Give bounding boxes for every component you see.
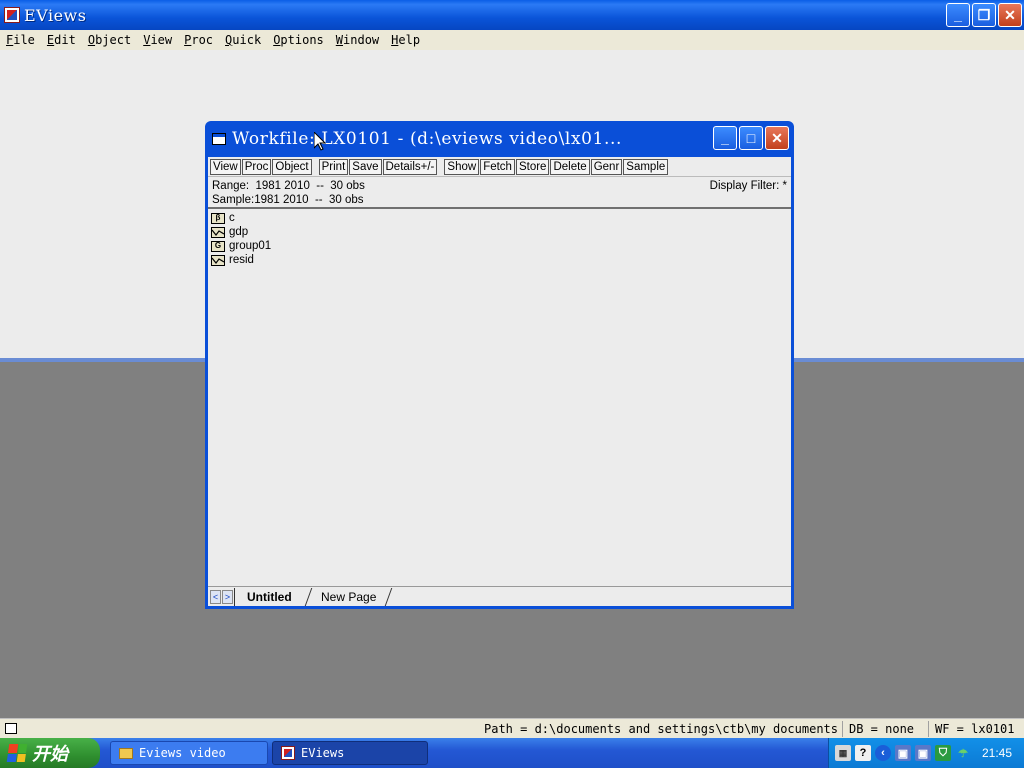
print-button[interactable]: Print <box>318 158 349 175</box>
workfile-toolbar: View Proc Object Print Save Details+/- S… <box>208 157 791 177</box>
series-icon <box>211 226 225 238</box>
clock[interactable]: 21:45 <box>982 746 1012 760</box>
tab-scroll-left-button[interactable]: < <box>210 589 221 604</box>
start-button[interactable]: 开始 <box>0 738 100 768</box>
series-icon <box>211 254 225 266</box>
list-item[interactable]: gdp <box>211 225 788 239</box>
app-title-bar[interactable]: EViews _ ❐ ✕ <box>0 0 1024 30</box>
tab-scroll-right-button[interactable]: > <box>222 589 233 604</box>
workfile-window[interactable]: Workfile: LX0101 - (d:\eviews video\lx01… <box>205 121 794 609</box>
help-icon[interactable]: ? <box>855 745 871 761</box>
mouse-cursor-icon <box>314 132 326 151</box>
window-menu-icon[interactable] <box>212 133 226 145</box>
eviews-icon <box>281 746 295 760</box>
app-close-button[interactable]: ✕ <box>998 3 1022 27</box>
workfile-info[interactable]: Range: 1981 2010 -- 30 obs Sample: 1981 2… <box>208 177 791 209</box>
details-button[interactable]: Details+/- <box>382 158 438 175</box>
display-filter[interactable]: Display Filter: * <box>710 180 787 192</box>
menu-window[interactable]: Window <box>330 33 385 47</box>
show-button[interactable]: Show <box>444 158 480 175</box>
workfile-minimize-button[interactable]: _ <box>713 126 737 150</box>
umbrella-icon[interactable]: ☂ <box>955 745 971 761</box>
proc-button[interactable]: Proc <box>241 158 272 175</box>
range-label: Range: <box>212 180 250 192</box>
menu-help[interactable]: Help <box>385 33 426 47</box>
folder-icon <box>119 747 133 759</box>
menu-edit[interactable]: Edit <box>41 33 82 47</box>
object-button[interactable]: Object <box>272 158 312 175</box>
app-minimize-button[interactable]: _ <box>946 3 970 27</box>
system-tray: ▦ ? ‹ ▣ ▣ ⛉ ☂ 21:45 <box>828 738 1024 768</box>
network-icon[interactable]: ▣ <box>895 745 911 761</box>
save-button[interactable]: Save <box>349 158 382 175</box>
store-button[interactable]: Store <box>515 158 550 175</box>
menu-file[interactable]: File <box>0 33 41 47</box>
list-item[interactable]: β c <box>211 211 788 225</box>
delete-button[interactable]: Delete <box>550 158 590 175</box>
workfile-title-bar[interactable]: Workfile: LX0101 - (d:\eviews video\lx01… <box>208 121 791 157</box>
status-path: Path = d:\documents and settings\ctb\my … <box>484 722 839 736</box>
menu-object[interactable]: Object <box>82 33 137 47</box>
menu-quick[interactable]: Quick <box>219 33 267 47</box>
menu-proc[interactable]: Proc <box>178 33 219 47</box>
object-list: β c gdp G group01 resid <box>208 209 791 269</box>
workfile-title: Workfile: LX0101 - (d:\eviews video\lx01… <box>232 129 622 149</box>
tab-untitled[interactable]: Untitled <box>234 587 304 606</box>
menu-bar: File Edit Object View Proc Quick Options… <box>0 30 1024 50</box>
object-name: gdp <box>229 226 249 238</box>
sample-value: 1981 2010 -- 30 obs <box>254 194 364 206</box>
view-button[interactable]: View <box>210 158 241 175</box>
object-name: c <box>229 212 235 224</box>
app-title: EViews <box>24 5 87 25</box>
page-tabs: < > Untitled New Page <box>208 586 791 606</box>
workfile-maximize-button[interactable]: □ <box>739 126 763 150</box>
eviews-app-icon[interactable] <box>4 7 20 23</box>
app-restore-button[interactable]: ❐ <box>972 3 996 27</box>
fetch-button[interactable]: Fetch <box>480 158 515 175</box>
taskbar-item-eviews[interactable]: EViews <box>272 741 428 765</box>
workfile-close-button[interactable]: ✕ <box>765 126 789 150</box>
list-item[interactable]: G group01 <box>211 239 788 253</box>
status-wf: WF = lx0101 <box>928 721 1020 737</box>
menu-options[interactable]: Options <box>267 33 330 47</box>
tab-new-page[interactable]: New Page <box>304 587 393 606</box>
shield-icon[interactable]: ⛉ <box>935 745 951 761</box>
menu-view[interactable]: View <box>137 33 178 47</box>
taskbar-item-eviews-video[interactable]: Eviews video <box>110 741 268 765</box>
sample-label: Sample: <box>212 194 255 206</box>
coefficient-icon: β <box>211 212 225 224</box>
windows-flag-icon <box>6 744 28 762</box>
genr-button[interactable]: Genr <box>590 158 623 175</box>
status-checkbox[interactable] <box>5 723 17 734</box>
sample-button[interactable]: Sample <box>623 158 669 175</box>
keyboard-icon[interactable]: ▦ <box>835 745 851 761</box>
network-2-icon[interactable]: ▣ <box>915 745 931 761</box>
status-db: DB = none <box>842 721 920 737</box>
chevron-left-icon[interactable]: ‹ <box>875 745 891 761</box>
taskbar: 开始 Eviews video EViews ▦ ? ‹ ▣ ▣ ⛉ ☂ 21:… <box>0 738 1024 768</box>
status-bar: Path = d:\documents and settings\ctb\my … <box>0 718 1024 738</box>
object-name: resid <box>229 254 254 266</box>
range-value: 1981 2010 -- 30 obs <box>255 180 365 192</box>
list-item[interactable]: resid <box>211 253 788 267</box>
group-icon: G <box>211 240 225 252</box>
object-name: group01 <box>229 240 272 252</box>
